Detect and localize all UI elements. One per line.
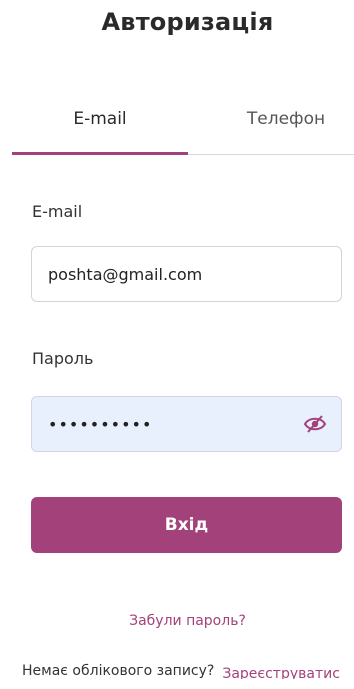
no-account-text: Немає облікового запису? bbox=[22, 663, 215, 679]
email-input[interactable] bbox=[48, 247, 298, 301]
password-label: Пароль bbox=[32, 349, 94, 368]
forgot-password-link[interactable]: Забули пароль? bbox=[0, 613, 354, 629]
register-link[interactable]: Зареєструватис bbox=[222, 666, 340, 679]
tab-phone[interactable]: Телефон bbox=[212, 104, 354, 152]
eye-off-icon[interactable] bbox=[303, 413, 327, 435]
email-label: E-mail bbox=[32, 202, 83, 221]
register-row: Немає облікового запису? Зареєструватис bbox=[22, 663, 354, 679]
password-field-box bbox=[31, 396, 342, 452]
password-input[interactable] bbox=[48, 397, 298, 451]
page-title: Авторизація bbox=[101, 8, 274, 36]
auth-tabs: E-mail Телефон bbox=[12, 104, 354, 155]
email-field-box bbox=[31, 246, 342, 302]
tab-email[interactable]: E-mail bbox=[12, 104, 188, 155]
login-button[interactable]: Вхід bbox=[31, 497, 342, 553]
